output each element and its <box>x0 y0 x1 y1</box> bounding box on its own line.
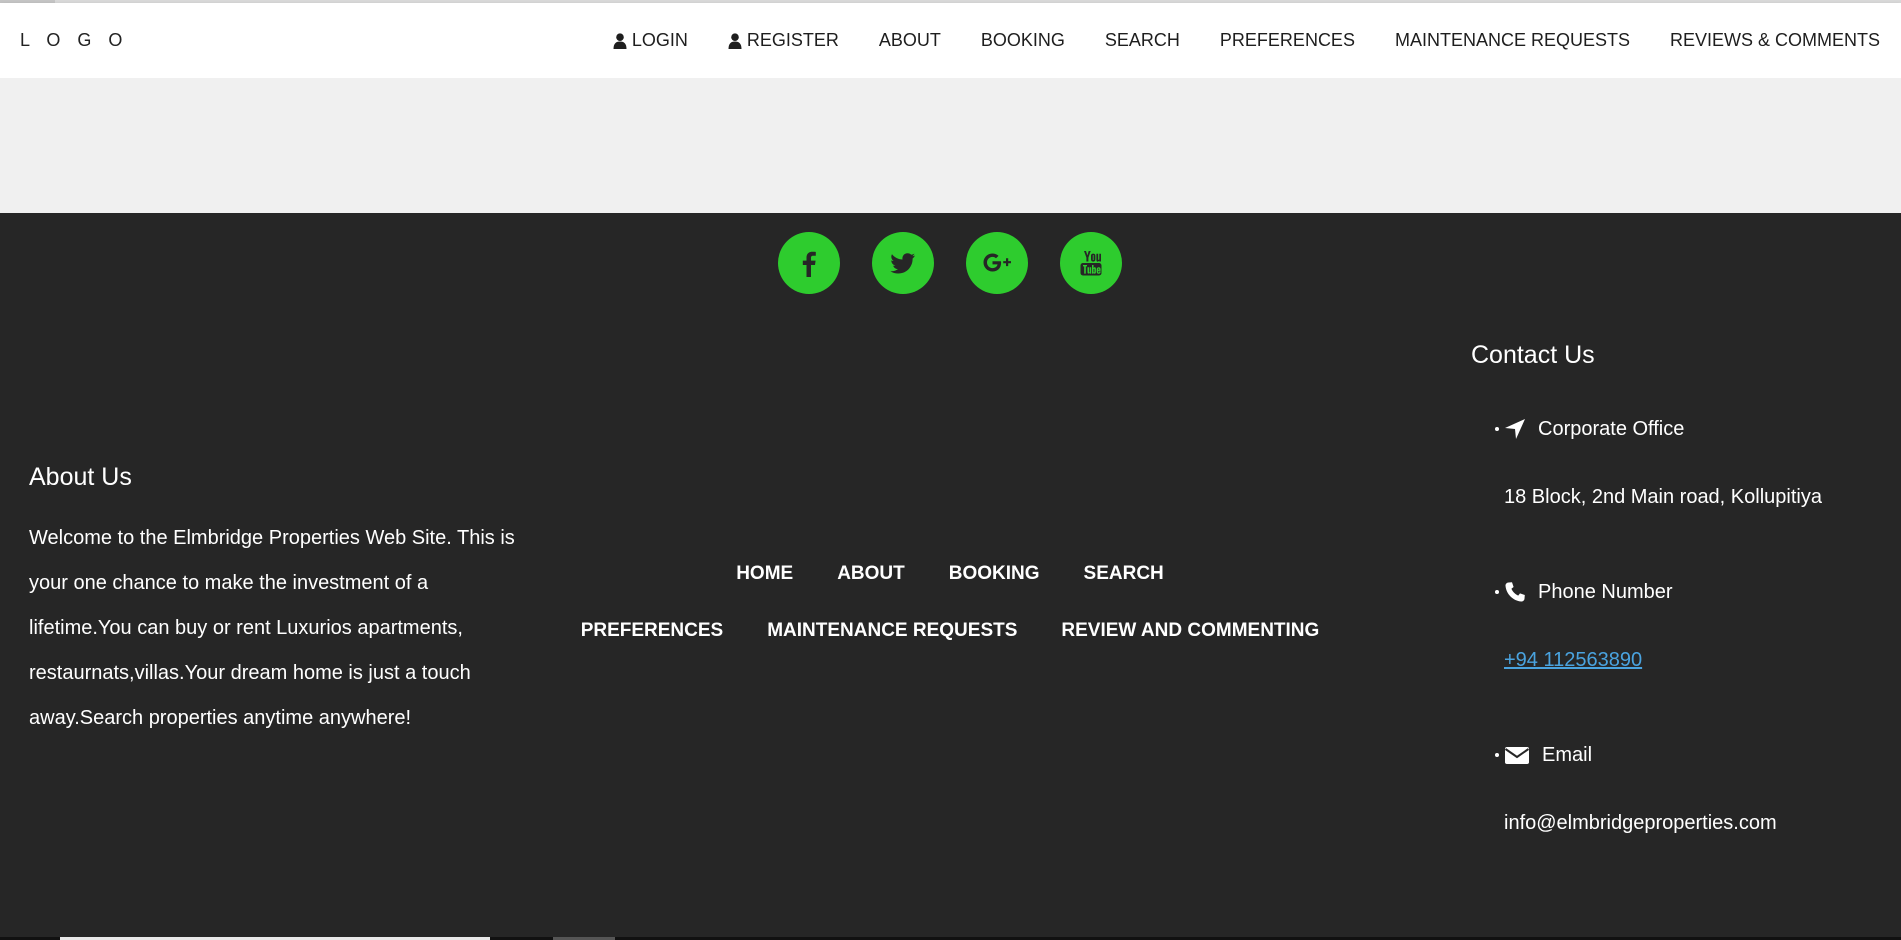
nav-register-label: REGISTER <box>746 30 839 50</box>
contact-email-value: info@elmbridgeproperties.com <box>1504 812 1777 834</box>
about-us-text: Welcome to the Elmbridge Properties Web … <box>29 527 515 729</box>
contact-office-head: Corporate Office <box>1504 416 1891 442</box>
nav-links: LOGIN REGISTER ABOUT BOOKING SEARCH PREF… <box>573 30 1880 51</box>
list-bullet <box>1495 427 1499 431</box>
about-us-section: About Us Welcome to the Elmbridge Proper… <box>29 463 529 741</box>
user-icon <box>613 32 627 49</box>
footer-maintenance-requests-link[interactable]: MAINTENANCE REQUESTS <box>767 620 1017 642</box>
footer-home-link[interactable]: HOME <box>736 563 793 585</box>
footer: About Us Welcome to the Elmbridge Proper… <box>0 213 1901 940</box>
footer-nav-row: HOME ABOUT BOOKING SEARCH <box>620 563 1280 585</box>
twitter-button[interactable] <box>872 232 934 294</box>
contact-us-title: Contact Us <box>1471 341 1595 369</box>
top-navbar: L O G O LOGIN REGISTER ABOUT BOOKING SEA… <box>0 3 1901 78</box>
about-us-title: About Us <box>29 463 132 491</box>
youtube-icon <box>1080 251 1102 276</box>
phone-icon <box>1505 582 1525 602</box>
contact-phone-label: Phone Number <box>1538 580 1673 603</box>
contact-office-item: Corporate Office 18 Block, 2nd Main road… <box>1495 416 1891 509</box>
footer-review-commenting-link[interactable]: REVIEW AND COMMENTING <box>1061 620 1319 642</box>
footer-about-link[interactable]: ABOUT <box>837 563 905 585</box>
envelope-icon <box>1504 747 1530 764</box>
facebook-button[interactable] <box>778 232 840 294</box>
content-area <box>0 78 1901 213</box>
footer-search-link[interactable]: SEARCH <box>1084 563 1164 585</box>
logo[interactable]: L O G O <box>20 30 128 51</box>
nav-login-label: LOGIN <box>631 30 688 50</box>
contact-email-label: Email <box>1542 743 1593 766</box>
footer-nav-row: PREFERENCES MAINTENANCE REQUESTS REVIEW … <box>581 620 1320 642</box>
nav-about-link[interactable]: ABOUT <box>879 30 941 51</box>
list-bullet <box>1495 590 1499 594</box>
nav-preferences-link[interactable]: PREFERENCES <box>1220 30 1355 51</box>
google-plus-button[interactable] <box>966 232 1028 294</box>
contact-email-head: Email <box>1504 742 1891 768</box>
nav-search-link[interactable]: SEARCH <box>1105 30 1180 51</box>
contact-office-address: 18 Block, 2nd Main road, Kollupitiya <box>1504 486 1822 508</box>
nav-login-link[interactable]: LOGIN <box>613 30 688 51</box>
contact-us-section: Contact Us Corporate Office 18 Block, 2n… <box>1471 341 1891 835</box>
facebook-icon <box>802 251 816 277</box>
footer-nav: HOME ABOUT BOOKING SEARCH PREFERENCES MA… <box>581 563 1320 677</box>
footer-booking-link[interactable]: BOOKING <box>949 563 1040 585</box>
user-icon <box>728 32 742 49</box>
nav-reviews-comments-link[interactable]: REVIEWS & COMMENTS <box>1670 30 1880 51</box>
contact-phone-link[interactable]: +94 112563890 <box>1504 649 1891 672</box>
twitter-icon <box>890 253 915 274</box>
contact-phone-item: Phone Number +94 112563890 <box>1495 579 1891 672</box>
social-links <box>778 232 1122 294</box>
google-plus-icon <box>983 253 1011 272</box>
nav-booking-link[interactable]: BOOKING <box>981 30 1065 51</box>
contact-phone-head: Phone Number <box>1504 579 1891 605</box>
contact-office-label: Corporate Office <box>1538 417 1685 440</box>
nav-register-link[interactable]: REGISTER <box>728 30 839 51</box>
footer-preferences-link[interactable]: PREFERENCES <box>581 620 724 642</box>
list-bullet <box>1495 753 1499 757</box>
location-arrow-icon <box>1505 419 1525 439</box>
nav-maintenance-requests-link[interactable]: MAINTENANCE REQUESTS <box>1395 30 1630 51</box>
youtube-button[interactable] <box>1060 232 1122 294</box>
contact-email-item: Email info@elmbridgeproperties.com <box>1495 742 1891 835</box>
